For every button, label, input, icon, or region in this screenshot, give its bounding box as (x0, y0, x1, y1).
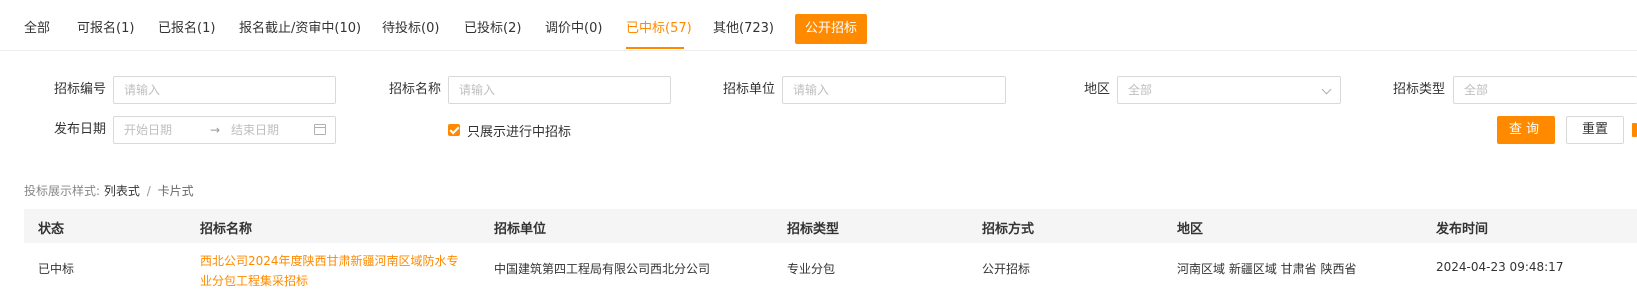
tender-code-label: 招标编号 (54, 82, 107, 97)
table-row[interactable]: 已中标 西北公司2024年度陕西甘肃新疆河南区域防水专业分包工程集采招标 中国建… (24, 243, 1637, 292)
tender-type-select[interactable]: 全部 (1453, 76, 1637, 104)
row-status: 已中标 (38, 262, 75, 276)
column-header-status: 状态 (38, 222, 65, 237)
more-button[interactable] (1632, 123, 1637, 137)
tender-type-label: 招标类型 (1393, 82, 1446, 97)
tender-code-input[interactable] (113, 76, 336, 104)
tab-won[interactable]: 已中标(57) (626, 20, 692, 38)
tender-list-page: 全部 可报名(1) 已报名(1) 报名截止/资审中(10) 待投标(0) 已投标… (0, 0, 1637, 292)
column-header-name: 招标名称 (200, 222, 253, 237)
row-tender-method: 公开招标 (982, 262, 1031, 276)
status-tabs: 全部 可报名(1) 已报名(1) 报名截止/资审中(10) 待投标(0) 已投标… (0, 0, 1637, 51)
view-style-label: 投标展示样式: (24, 184, 101, 198)
row-tender-unit: 中国建筑第四工程局有限公司西北分公司 (494, 262, 711, 276)
table-header: 状态 招标名称 招标单位 招标类型 招标方式 地区 发布时间 (24, 209, 1637, 243)
view-style-switch: 投标展示样式: 列表式 / 卡片式 (24, 182, 194, 199)
calendar-icon (314, 124, 326, 135)
column-header-method: 招标方式 (982, 222, 1035, 237)
publish-date-label: 发布日期 (54, 122, 107, 137)
reset-button[interactable]: 重置 (1566, 116, 1624, 144)
tab-bid-submitted[interactable]: 已投标(2) (464, 20, 521, 38)
tab-registration-closed[interactable]: 报名截止/资审中(10) (239, 20, 361, 38)
chevron-down-icon (1321, 84, 1332, 95)
tab-all[interactable]: 全部 (24, 20, 50, 38)
date-start-input[interactable]: 开始日期 (124, 117, 172, 143)
column-header-region: 地区 (1177, 222, 1204, 237)
column-header-unit: 招标单位 (494, 222, 547, 237)
row-tender-name-link[interactable]: 西北公司2024年度陕西甘肃新疆河南区域防水专业分包工程集采招标 (200, 251, 468, 291)
tab-pending-bid[interactable]: 待投标(0) (382, 20, 439, 38)
active-tab-indicator (626, 47, 684, 49)
region-select[interactable]: 全部 (1117, 76, 1341, 104)
tender-name-input[interactable] (448, 76, 671, 104)
only-ongoing-label[interactable]: 只展示进行中招标 (467, 121, 571, 140)
tender-name-label: 招标名称 (389, 82, 442, 97)
tender-unit-label: 招标单位 (723, 82, 776, 97)
column-header-time: 发布时间 (1436, 222, 1489, 237)
publish-date-range[interactable]: 开始日期 → 结束日期 (113, 116, 336, 144)
column-header-type: 招标类型 (787, 222, 840, 237)
card-view-option[interactable]: 卡片式 (158, 184, 194, 198)
only-ongoing-checkbox[interactable] (448, 124, 460, 136)
row-tender-type: 专业分包 (787, 262, 836, 276)
public-tender-button[interactable]: 公开招标 (795, 14, 867, 44)
view-style-separator: / (146, 184, 151, 198)
tab-can-register[interactable]: 可报名(1) (77, 20, 134, 38)
tab-other[interactable]: 其他(723) (713, 20, 774, 38)
tab-registered[interactable]: 已报名(1) (158, 20, 215, 38)
arrow-right-icon: → (210, 123, 221, 137)
row-publish-time: 2024-04-23 09:48:17 (1436, 260, 1564, 274)
list-view-option[interactable]: 列表式 (104, 184, 140, 198)
date-end-input[interactable]: 结束日期 (231, 117, 279, 143)
region-label: 地区 (1084, 82, 1111, 97)
row-region: 河南区域 新疆区域 甘肃省 陕西省 (1177, 262, 1357, 276)
query-button[interactable]: 查询 (1497, 116, 1555, 144)
region-select-value: 全部 (1128, 83, 1153, 97)
tab-price-adjusting[interactable]: 调价中(0) (545, 20, 602, 38)
tender-type-select-value: 全部 (1464, 83, 1489, 97)
tender-unit-input[interactable] (782, 76, 1006, 104)
